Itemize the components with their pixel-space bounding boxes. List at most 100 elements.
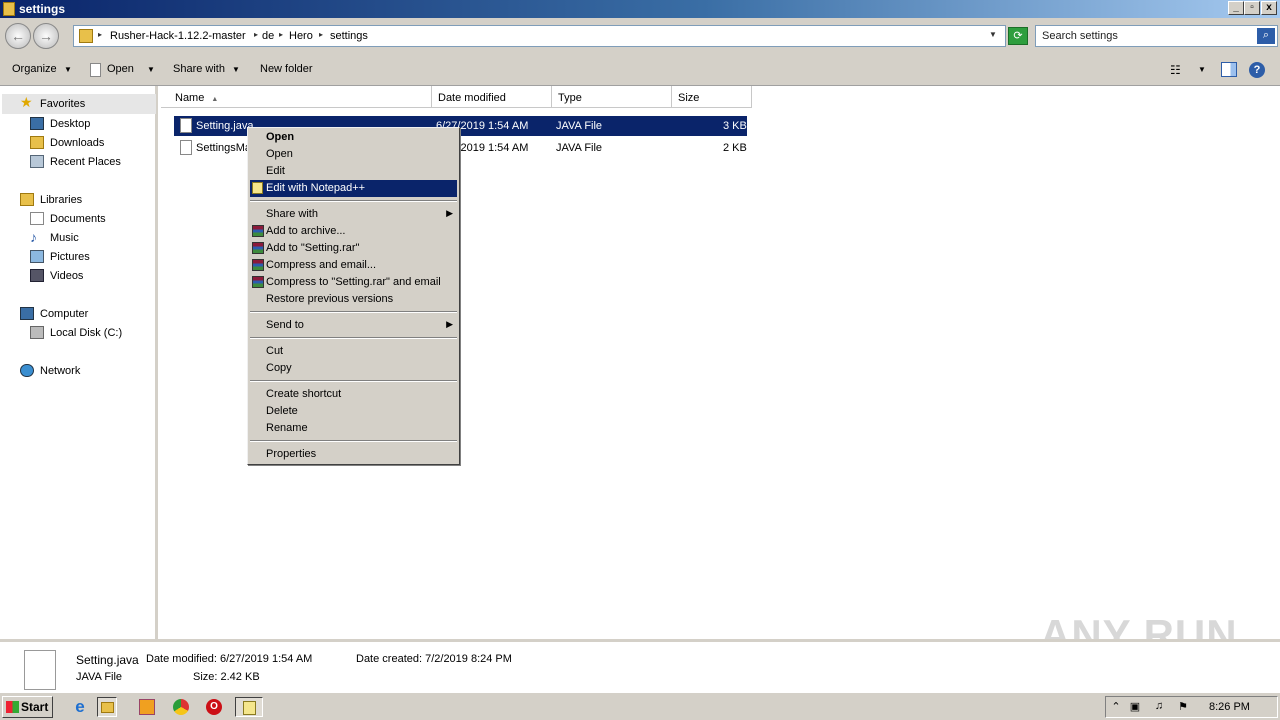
sidebar-item-recent-places[interactable]: Recent Places <box>50 156 121 168</box>
share-with-button[interactable]: Share with <box>173 63 225 75</box>
network-status-icon[interactable]: ▣ <box>1128 700 1142 714</box>
title-bar: settings _ ▫ x <box>0 0 1280 18</box>
chevron-down-icon: ▼ <box>232 65 240 74</box>
sidebar-item-favorites[interactable]: Favorites <box>40 98 85 110</box>
action-center-flag-icon[interactable]: ⚑ <box>1176 700 1190 714</box>
menu-label: Delete <box>266 405 298 417</box>
menu-item-open[interactable]: Open <box>250 146 457 163</box>
menu-label: Add to archive... <box>266 225 346 237</box>
menu-item-open-default[interactable]: Open <box>250 129 457 146</box>
menu-item-restore-versions[interactable]: Restore previous versions <box>250 291 457 308</box>
chevron-right-icon: ▸ <box>98 30 103 39</box>
sidebar-item-downloads[interactable]: Downloads <box>50 137 104 149</box>
details-type: JAVA File <box>76 671 123 683</box>
breadcrumb-de[interactable]: de <box>262 30 274 42</box>
internet-explorer-icon[interactable]: e <box>70 697 90 717</box>
menu-label: Restore previous versions <box>266 293 394 305</box>
forward-button[interactable]: → <box>33 23 59 49</box>
menu-label: Create shortcut <box>266 388 342 400</box>
menu-label: Copy <box>266 362 292 374</box>
taskbar: Start e O ⌃ ▣ ♫ ⚑ 8:26 PM <box>0 692 1280 720</box>
chevron-down-icon[interactable]: ▼ <box>989 30 997 39</box>
explorer-taskbar-button[interactable] <box>97 697 117 717</box>
winrar-icon <box>252 225 264 237</box>
menu-item-share-with[interactable]: Share with ▶ <box>250 206 457 223</box>
menu-label: Properties <box>266 448 317 460</box>
winrar-icon <box>252 242 264 254</box>
menu-label: Share with <box>266 208 318 220</box>
search-icon[interactable]: ⌕ <box>1257 28 1275 44</box>
preview-pane-icon[interactable] <box>1221 62 1237 77</box>
sidebar-item-desktop[interactable]: Desktop <box>50 118 90 130</box>
help-icon[interactable]: ? <box>1249 62 1265 78</box>
refresh-icon[interactable]: ⟳ <box>1008 27 1028 45</box>
volume-icon[interactable]: ♫ <box>1152 700 1166 714</box>
menu-item-compress-email[interactable]: Compress and email... <box>250 257 457 274</box>
folder-icon <box>3 2 15 16</box>
window-title: settings <box>19 2 66 16</box>
organize-button[interactable]: Organize <box>12 63 57 75</box>
file-type: JAVA File <box>556 120 603 132</box>
start-button[interactable]: Start <box>2 696 53 718</box>
chevron-down-icon[interactable]: ▼ <box>1198 65 1206 74</box>
menu-item-add-archive[interactable]: Add to archive... <box>250 223 457 240</box>
view-options-icon[interactable]: ☷ <box>1170 63 1181 77</box>
sidebar-item-computer[interactable]: Computer <box>40 308 88 320</box>
menu-label: Add to "Setting.rar" <box>266 242 360 254</box>
menu-item-send-to[interactable]: Send to ▶ <box>250 317 457 334</box>
chevron-up-icon[interactable]: ⌃ <box>1109 700 1123 714</box>
sidebar-item-documents[interactable]: Documents <box>50 213 106 225</box>
details-date-modified: Date modified: 6/27/2019 1:54 AM <box>146 653 313 665</box>
breadcrumb-rusher-hack[interactable]: Rusher-Hack-1.12.2-master <box>110 30 246 42</box>
menu-label: Open <box>266 131 295 143</box>
chevron-down-icon: ▼ <box>64 65 72 74</box>
sidebar-item-libraries[interactable]: Libraries <box>40 194 82 206</box>
star-icon: ★ <box>20 94 33 110</box>
menu-item-edit-notepad[interactable]: Edit with Notepad++ <box>250 180 457 197</box>
videos-icon <box>30 269 44 282</box>
notepad-icon <box>243 701 256 715</box>
opera-icon[interactable]: O <box>204 697 224 717</box>
clock[interactable]: 8:26 PM <box>1209 701 1250 713</box>
sidebar-item-videos[interactable]: Videos <box>50 270 83 282</box>
menu-item-add-rar[interactable]: Add to "Setting.rar" <box>250 240 457 257</box>
sidebar-item-music[interactable]: Music <box>50 232 79 244</box>
minimize-button[interactable]: _ <box>1228 1 1244 15</box>
menu-item-properties[interactable]: Properties <box>250 446 457 463</box>
sidebar-item-network[interactable]: Network <box>40 365 80 377</box>
back-button[interactable]: ← <box>5 23 31 49</box>
menu-item-compress-rar-email[interactable]: Compress to "Setting.rar" and email <box>250 274 457 291</box>
search-input[interactable]: Search settings ⌕ <box>1035 25 1278 47</box>
column-header-date[interactable]: Date modified <box>432 86 552 108</box>
file-icon <box>90 63 101 77</box>
menu-item-rename[interactable]: Rename <box>250 420 457 437</box>
restore-button[interactable]: ▫ <box>1244 1 1260 15</box>
folder-icon <box>79 29 93 43</box>
breadcrumb-settings[interactable]: settings <box>330 30 368 42</box>
search-placeholder: Search settings <box>1042 30 1118 42</box>
java-file-icon <box>180 140 192 155</box>
chrome-icon[interactable] <box>171 697 191 717</box>
column-name-label: Name <box>175 92 205 104</box>
notepad-taskbar-button[interactable] <box>235 697 263 717</box>
open-button[interactable]: Open <box>107 63 134 75</box>
media-player-icon[interactable] <box>137 697 157 717</box>
column-header-type[interactable]: Type <box>552 86 672 108</box>
column-header-size[interactable]: Size <box>672 86 752 108</box>
address-bar[interactable]: ▸ Rusher-Hack-1.12.2-master ▸ de ▸ Hero … <box>73 25 1006 47</box>
menu-item-delete[interactable]: Delete <box>250 403 457 420</box>
menu-label: Open <box>266 148 293 160</box>
menu-item-create-shortcut[interactable]: Create shortcut <box>250 386 457 403</box>
menu-item-copy[interactable]: Copy <box>250 360 457 377</box>
close-button[interactable]: x <box>1261 1 1277 15</box>
menu-item-edit[interactable]: Edit <box>250 163 457 180</box>
details-size: Size: 2.42 KB <box>193 671 260 683</box>
sidebar-item-local-disk[interactable]: Local Disk (C:) <box>50 327 122 339</box>
new-folder-button[interactable]: New folder <box>260 63 313 75</box>
breadcrumb-hero[interactable]: Hero <box>289 30 313 42</box>
column-header-name[interactable]: Name ▲ <box>161 86 432 108</box>
menu-label: Compress and email... <box>266 259 377 271</box>
menu-item-cut[interactable]: Cut <box>250 343 457 360</box>
sidebar-item-pictures[interactable]: Pictures <box>50 251 90 263</box>
system-tray: ⌃ ▣ ♫ ⚑ 8:26 PM <box>1105 696 1278 718</box>
